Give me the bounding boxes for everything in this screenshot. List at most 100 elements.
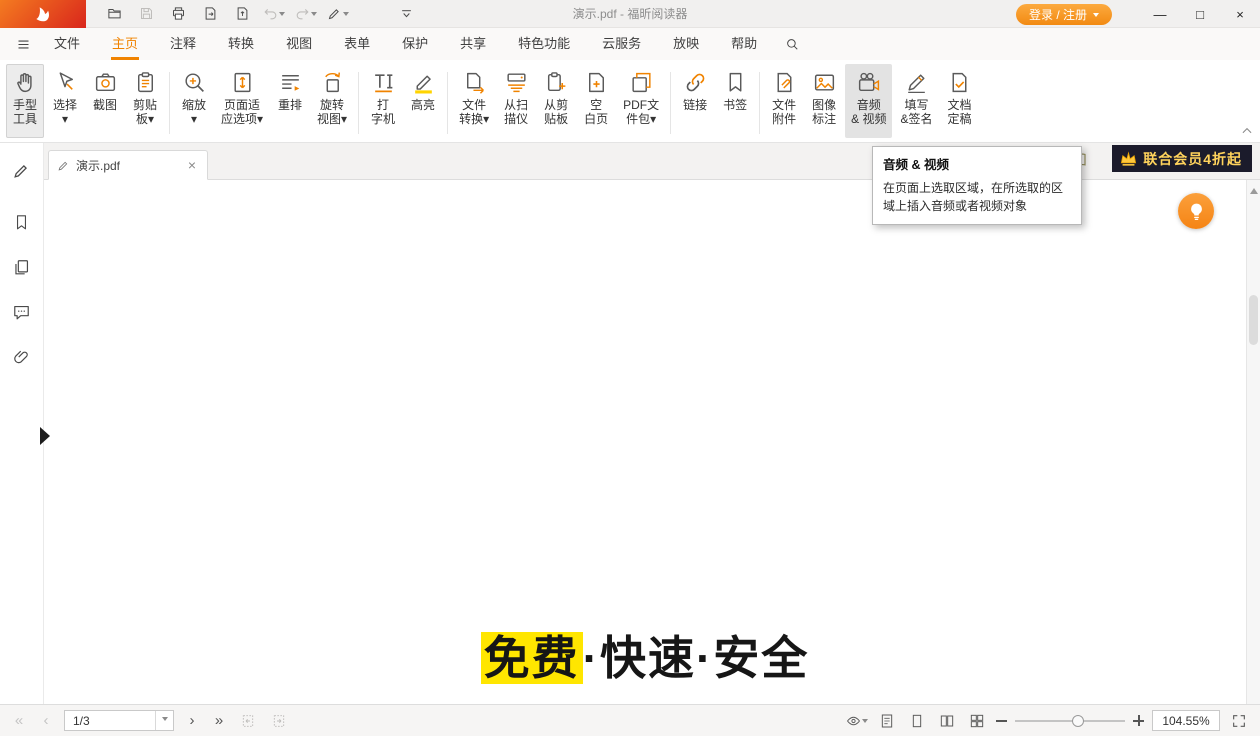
save-button[interactable]: [130, 1, 162, 27]
page-number-combobox[interactable]: 1/3: [64, 710, 174, 731]
panel-expand-handle[interactable]: [40, 427, 50, 445]
tips-lightbulb-button[interactable]: [1178, 193, 1214, 229]
hamburger-menu-icon: [16, 37, 31, 52]
scroll-up-arrow-icon[interactable]: [1250, 184, 1258, 194]
zoom-level-field[interactable]: 104.55%: [1152, 710, 1220, 731]
tool-reflow[interactable]: 重排: [271, 64, 309, 138]
bookmark-icon: [723, 70, 748, 95]
tool-label: PDF文 件包▾: [623, 98, 659, 126]
document-tab[interactable]: 演示.pdf ×: [48, 150, 208, 180]
login-register-button[interactable]: 登录 / 注册: [1016, 4, 1112, 25]
zoom-in-button[interactable]: [1133, 715, 1144, 726]
doc-finalize-icon: [947, 70, 972, 95]
main-menu-button[interactable]: [8, 29, 38, 59]
ribbon-separator: [670, 72, 671, 134]
tool-file-convert[interactable]: 文件 转换▾: [453, 64, 495, 138]
four-pages-button[interactable]: [966, 710, 988, 732]
sidebar-attachments-button[interactable]: [7, 342, 37, 372]
tool-page-fit[interactable]: 页面适 应选项▾: [215, 64, 269, 138]
menu-features[interactable]: 特色功能: [502, 28, 586, 60]
doc-send-button[interactable]: [226, 1, 258, 27]
menu-file[interactable]: 文件: [38, 28, 96, 60]
sidebar-annotate-button[interactable]: [7, 155, 37, 185]
maximize-button[interactable]: □: [1180, 0, 1220, 28]
tool-clipboard[interactable]: 剪贴 板▾: [126, 64, 164, 138]
tool-label: 图像 标注: [812, 98, 836, 126]
vertical-scrollbar[interactable]: [1246, 180, 1260, 704]
last-page-button[interactable]: »: [210, 713, 228, 728]
collapse-ribbon-button[interactable]: [1240, 124, 1256, 140]
menu-comment[interactable]: 注释: [154, 28, 212, 60]
customize-toolbar-button[interactable]: [390, 1, 422, 27]
tool-audio-video[interactable]: 音频 & 视频: [845, 64, 892, 138]
tool-highlight[interactable]: 高亮: [404, 64, 442, 138]
menu-share[interactable]: 共享: [444, 28, 502, 60]
tool-hand[interactable]: 手型 工具: [6, 64, 44, 138]
page-dropdown[interactable]: [155, 711, 173, 730]
menu-form[interactable]: 表单: [328, 28, 386, 60]
search-button[interactable]: [777, 29, 807, 59]
tool-select[interactable]: 选择 ▾: [46, 64, 84, 138]
tool-rotate-view[interactable]: 旋转 视图▾: [311, 64, 353, 138]
first-page-button[interactable]: «: [10, 713, 28, 728]
pages-panel-icon: [12, 258, 31, 277]
tool-snapshot[interactable]: 截图: [86, 64, 124, 138]
doc-export-button[interactable]: [194, 1, 226, 27]
ribbon-separator: [169, 72, 170, 134]
minimize-button[interactable]: —: [1140, 0, 1180, 28]
zoom-slider-track[interactable]: [1015, 720, 1125, 722]
pen-tool-button[interactable]: [322, 1, 354, 27]
menu-cloud[interactable]: 云服务: [586, 28, 657, 60]
tool-label: 空 白页: [584, 98, 608, 126]
tool-pdf-portfolio[interactable]: PDF文 件包▾: [617, 64, 665, 138]
previous-view-button[interactable]: [237, 710, 259, 732]
zoom-out-button[interactable]: [996, 720, 1007, 722]
sidebar-comments-button[interactable]: [7, 297, 37, 327]
close-button[interactable]: ×: [1220, 0, 1260, 28]
tool-link[interactable]: 链接: [676, 64, 714, 138]
tool-bookmark[interactable]: 书签: [716, 64, 754, 138]
membership-promo-banner[interactable]: 联合会员4折起: [1112, 145, 1252, 172]
window-title: 演示.pdf - 福昕阅读器: [573, 5, 688, 22]
previous-view-icon: [240, 713, 256, 729]
menu-present[interactable]: 放映: [657, 28, 715, 60]
tool-zoom[interactable]: 缩放 ▾: [175, 64, 213, 138]
redo-button[interactable]: [290, 1, 322, 27]
previous-page-button[interactable]: ‹: [37, 713, 55, 728]
facing-pages-button[interactable]: [936, 710, 958, 732]
menu-home[interactable]: 主页: [96, 28, 154, 60]
tool-file-attachment[interactable]: 文件 附件: [765, 64, 803, 138]
undo-button[interactable]: [258, 1, 290, 27]
menu-help[interactable]: 帮助: [715, 28, 773, 60]
sidebar-pages-button[interactable]: [7, 252, 37, 282]
tool-fill-sign[interactable]: 填写 &签名: [894, 64, 938, 138]
bookmarks-panel-icon: [12, 213, 31, 232]
open-file-button[interactable]: [98, 1, 130, 27]
single-page-button[interactable]: [906, 710, 928, 732]
menu-convert[interactable]: 转换: [212, 28, 270, 60]
file-convert-icon: [462, 70, 487, 95]
tool-from-scanner[interactable]: 从扫 描仪: [497, 64, 535, 138]
zoom-slider-handle[interactable]: [1072, 715, 1084, 727]
menu-protect[interactable]: 保护: [386, 28, 444, 60]
zoom-slider[interactable]: [1015, 714, 1125, 728]
tool-label: 缩放 ▾: [182, 98, 206, 126]
tool-image-annotation[interactable]: 图像 标注: [805, 64, 843, 138]
tool-typewriter[interactable]: 打 字机: [364, 64, 402, 138]
navigation-panel-strip: [0, 143, 44, 704]
tool-from-clipboard[interactable]: 从剪 贴板: [537, 64, 575, 138]
fullscreen-button[interactable]: [1228, 710, 1250, 732]
tool-label: 文件 附件: [772, 98, 796, 126]
menu-view[interactable]: 视图: [270, 28, 328, 60]
scrollbar-thumb[interactable]: [1249, 295, 1258, 345]
print-button[interactable]: [162, 1, 194, 27]
read-mode-button[interactable]: [876, 710, 898, 732]
tool-blank-page[interactable]: 空 白页: [577, 64, 615, 138]
next-view-button[interactable]: [268, 710, 290, 732]
reflow-icon: [278, 70, 303, 95]
view-mode-button[interactable]: [846, 710, 868, 732]
tool-doc-finalize[interactable]: 文档 定稿: [940, 64, 978, 138]
tab-close-icon[interactable]: ×: [185, 156, 199, 174]
sidebar-bookmarks-button[interactable]: [7, 207, 37, 237]
next-page-button[interactable]: ›: [183, 713, 201, 728]
